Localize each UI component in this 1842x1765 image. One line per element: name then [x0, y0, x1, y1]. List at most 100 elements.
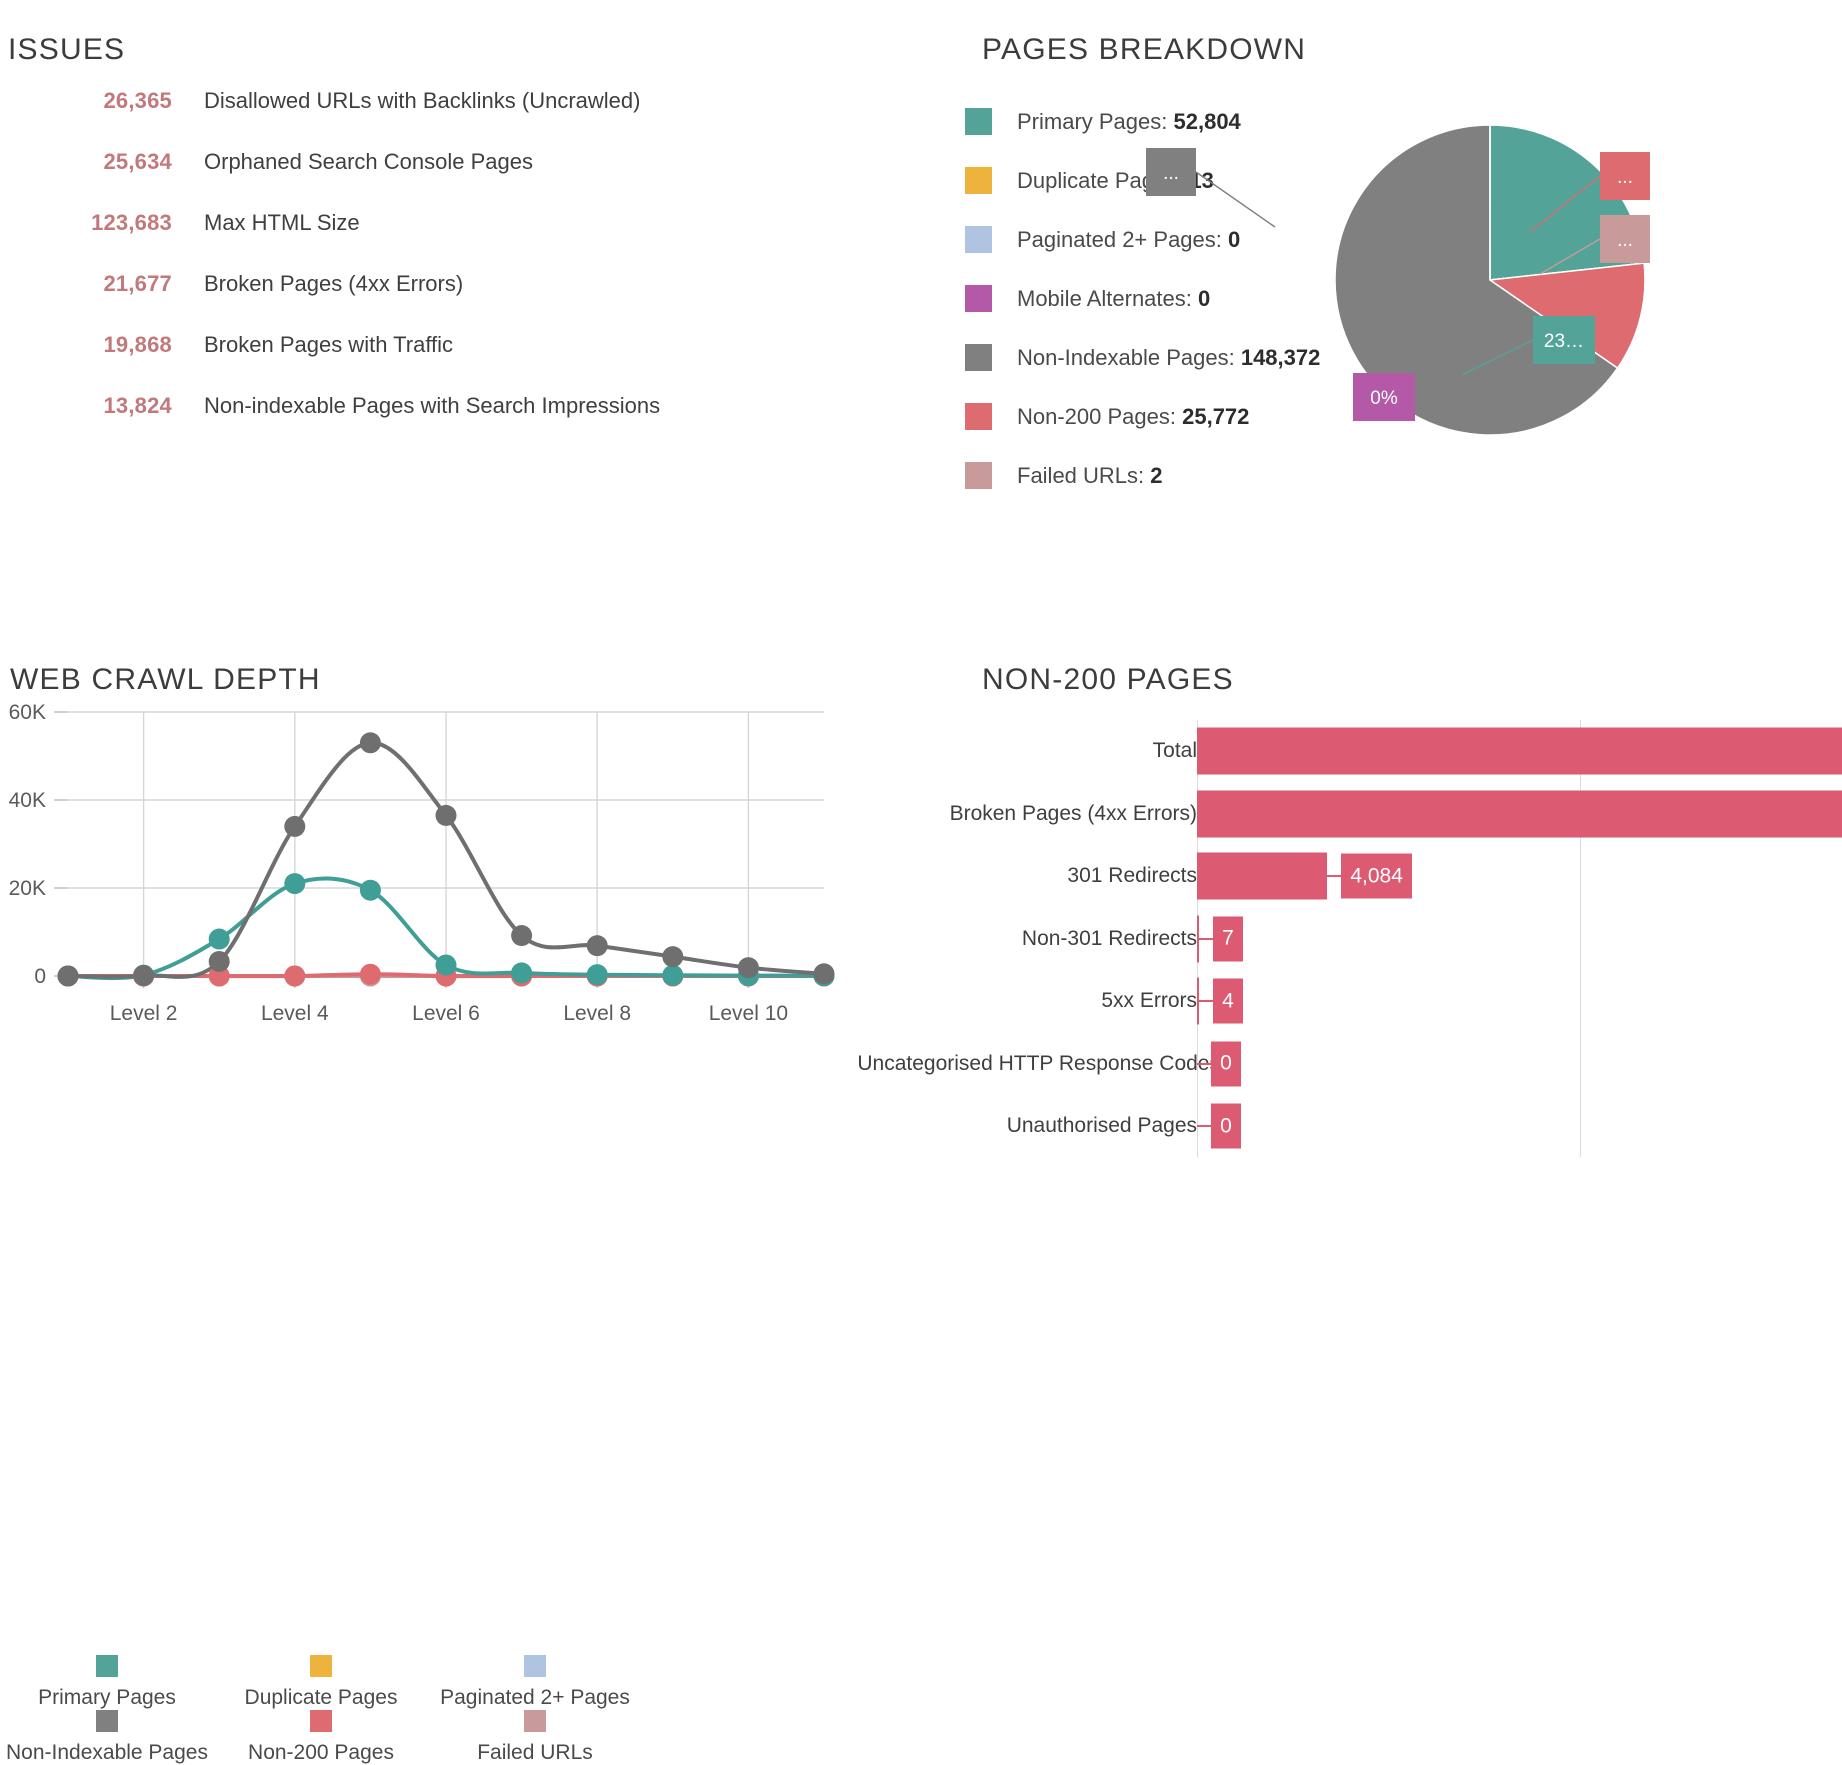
non-200-bar-connector — [1199, 1000, 1213, 1002]
data-point[interactable] — [738, 957, 759, 978]
issue-value: 123,683 — [0, 210, 172, 236]
crawl-legend-item[interactable]: Non-Indexable Pages — [0, 1710, 214, 1765]
data-point[interactable] — [662, 946, 683, 967]
issue-row[interactable]: 13,824Non-indexable Pages with Search Im… — [0, 393, 860, 454]
non-200-pages-panel: NON-200 PAGES Total25,772Broken Pages (4… — [960, 620, 1842, 1384]
x-axis-label: Level 2 — [110, 1002, 178, 1025]
pie-callout-line — [1196, 172, 1275, 227]
non-200-bar[interactable] — [1197, 853, 1327, 900]
crawl-legend-label: Non-200 Pages — [248, 1741, 394, 1765]
data-point[interactable] — [511, 925, 532, 946]
non-200-bar-connector — [1197, 1063, 1211, 1065]
non-200-category-label: Broken Pages (4xx Errors) — [950, 802, 1197, 826]
non-200-row[interactable]: Uncategorised HTTP Response Codes0 — [960, 1033, 1842, 1096]
legend-swatch-icon — [524, 1655, 546, 1677]
non-200-row[interactable]: 301 Redirects4,084 — [960, 845, 1842, 908]
issue-label: Broken Pages (4xx Errors) — [204, 271, 463, 297]
crawl-legend-label: Failed URLs — [477, 1741, 593, 1765]
issue-value: 21,677 — [0, 271, 172, 297]
pie-callout-label: 0% — [1370, 388, 1398, 409]
pie-callout-label: ... — [1163, 163, 1179, 184]
web-crawl-depth-title: WEB CRAWL DEPTH — [10, 663, 321, 697]
x-axis-label: Level 8 — [563, 1002, 631, 1025]
x-axis-label: Level 6 — [412, 1002, 480, 1025]
non-200-bar-value: 4,084 — [1341, 854, 1412, 899]
data-point[interactable] — [209, 951, 230, 972]
pages-breakdown-pie-chart: ......... 23… 0% — [1140, 120, 1840, 500]
issue-label: Disallowed URLs with Backlinks (Uncrawle… — [204, 88, 640, 114]
data-point[interactable] — [587, 964, 608, 985]
legend-swatch-icon — [965, 285, 992, 312]
crawl-legend-item[interactable]: Paginated 2+ Pages — [428, 1655, 642, 1710]
data-point[interactable] — [814, 963, 835, 984]
legend-swatch-icon — [524, 1710, 546, 1732]
data-point[interactable] — [436, 805, 457, 826]
issue-label: Orphaned Search Console Pages — [204, 149, 533, 175]
y-axis-label: 40K — [9, 789, 46, 812]
pages-breakdown-title: PAGES BREAKDOWN — [982, 33, 1306, 67]
crawl-legend-item[interactable]: Primary Pages — [0, 1655, 214, 1710]
y-axis-label: 0 — [34, 965, 46, 988]
non-200-category-label: Unauthorised Pages — [1007, 1114, 1197, 1138]
crawl-legend-item[interactable]: Non-200 Pages — [214, 1710, 428, 1765]
data-point[interactable] — [284, 966, 305, 987]
non-200-bar-connector — [1199, 938, 1213, 940]
pie-callout-label: ... — [1617, 167, 1633, 188]
data-point[interactable] — [133, 965, 154, 986]
data-point[interactable] — [511, 962, 532, 983]
non-200-row[interactable]: Unauthorised Pages 0 — [960, 1095, 1842, 1158]
non-200-category-label: Total — [1153, 739, 1197, 763]
issue-row[interactable]: 26,365Disallowed URLs with Backlinks (Un… — [0, 88, 860, 149]
web-crawl-depth-legend: Primary PagesDuplicate Pages Paginated 2+… — [0, 1655, 760, 1765]
issue-label: Max HTML Size — [204, 210, 360, 236]
legend-swatch-icon — [965, 462, 992, 489]
data-point[interactable] — [360, 880, 381, 901]
data-point[interactable] — [284, 873, 305, 894]
pages-breakdown-panel: PAGES BREAKDOWN Primary Pages: 52,804Dup… — [960, 0, 1842, 560]
data-point[interactable] — [284, 816, 305, 837]
issue-label: Non-indexable Pages with Search Impressi… — [204, 393, 660, 419]
legend-swatch-icon — [310, 1710, 332, 1732]
issue-row[interactable]: 19,868Broken Pages with Traffic — [0, 332, 860, 393]
non-200-row[interactable]: Broken Pages (4xx Errors)21,677 — [960, 783, 1842, 846]
crawl-svg: 020K40K60KLevel 2Level 4Level 6Level 8Le… — [0, 698, 860, 1038]
non-200-bar[interactable] — [1197, 728, 1842, 775]
crawl-legend-label: Paginated 2+ Pages — [440, 1686, 630, 1710]
non-200-bar[interactable] — [1197, 790, 1842, 837]
data-point[interactable] — [662, 965, 683, 986]
pie-svg: ......... 23… 0% — [1140, 120, 1840, 500]
non-200-bar-rows: Total25,772Broken Pages (4xx Errors)21,6… — [960, 720, 1842, 1158]
non-200-category-label: Non-301 Redirects — [1022, 927, 1197, 951]
issues-title: ISSUES — [8, 33, 125, 67]
pie-callout-label: 23… — [1544, 331, 1584, 352]
data-point[interactable] — [587, 935, 608, 956]
x-axis-label: Level 4 — [261, 1002, 329, 1025]
y-axis-label: 20K — [9, 877, 46, 900]
data-point[interactable] — [209, 929, 230, 950]
non-200-row[interactable]: 5xx Errors4 — [960, 970, 1842, 1033]
non-200-row[interactable]: Non-301 Redirects7 — [960, 908, 1842, 971]
pie-callout-label: ... — [1617, 230, 1633, 251]
non-200-bar-value: 4 — [1213, 979, 1243, 1024]
legend-swatch-icon — [965, 167, 992, 194]
issues-panel: ISSUES 26,365Disallowed URLs with Backli… — [0, 0, 900, 560]
issue-label: Broken Pages with Traffic — [204, 332, 453, 358]
data-point[interactable] — [436, 955, 457, 976]
non-200-bar-connector — [1197, 1125, 1211, 1127]
data-point[interactable] — [360, 964, 381, 985]
data-point[interactable] — [360, 732, 381, 753]
data-point[interactable] — [58, 966, 79, 987]
crawl-legend-item[interactable]: Duplicate Pages — [214, 1655, 428, 1710]
crawl-legend-row: Primary PagesDuplicate Pages Paginated 2+… — [0, 1655, 760, 1710]
y-axis-label: 60K — [9, 701, 46, 724]
legend-swatch-icon — [965, 403, 992, 430]
non-200-pages-title: NON-200 PAGES — [982, 663, 1234, 697]
issue-row[interactable]: 25,634Orphaned Search Console Pages — [0, 149, 860, 210]
crawl-legend-item[interactable]: Failed URLs — [428, 1710, 642, 1765]
non-200-row[interactable]: Total25,772 — [960, 720, 1842, 783]
non-200-bar-value: 0 — [1211, 1041, 1241, 1086]
legend-swatch-icon — [96, 1710, 118, 1732]
issue-row[interactable]: 21,677 Broken Pages (4xx Errors) — [0, 271, 860, 332]
issue-row[interactable]: 123,683 Max HTML Size — [0, 210, 860, 271]
non-200-bar-value: 0 — [1211, 1104, 1241, 1149]
